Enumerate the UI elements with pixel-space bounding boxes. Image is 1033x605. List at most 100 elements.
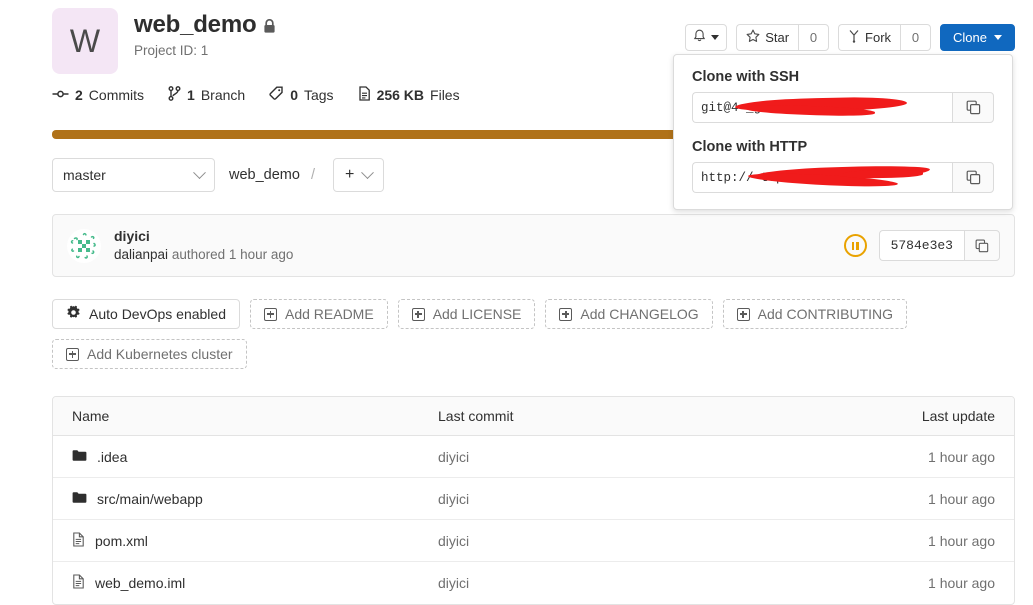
tag-icon	[269, 86, 284, 104]
clone-ssh-group: git@4 _grou	[692, 92, 994, 123]
fork-button-group: Fork 0	[838, 24, 932, 51]
project-id-label: Project ID: 1	[134, 43, 209, 59]
table-row[interactable]: web_demo.iml diyici 1 hour ago	[53, 562, 1014, 604]
clone-label: Clone	[953, 30, 987, 45]
repo-quick-actions: Auto DevOps enabled Add README Add LICEN…	[52, 299, 1015, 369]
redaction-mark	[842, 169, 924, 179]
file-name[interactable]: .idea	[97, 449, 127, 465]
breadcrumb-root[interactable]: web_demo	[229, 167, 300, 183]
page-title: web_demo	[134, 11, 257, 38]
avatar-letter: W	[69, 22, 101, 59]
table-row[interactable]: .idea diyici 1 hour ago	[53, 436, 1014, 478]
last-update-cell: 1 hour ago	[928, 448, 995, 465]
file-name[interactable]: pom.xml	[95, 533, 148, 549]
clone-button[interactable]: Clone	[940, 24, 1015, 51]
table-row[interactable]: src/main/webapp diyici 1 hour ago	[53, 478, 1014, 520]
clone-http-input[interactable]: http:// topch	[692, 162, 952, 193]
clone-ssh-input[interactable]: git@4 _grou	[692, 92, 952, 123]
stat-branches[interactable]: 1 Branch	[168, 86, 245, 104]
stat-files-count: 256 KB	[376, 87, 425, 103]
fork-count[interactable]: 0	[900, 24, 932, 51]
branch-breadcrumb-row: master web_demo / +	[52, 158, 385, 192]
folder-icon	[72, 449, 87, 465]
pipeline-pending-icon[interactable]	[843, 234, 867, 257]
folder-icon	[72, 491, 87, 507]
branch-icon	[168, 86, 181, 104]
last-commit-cell[interactable]: diyici	[438, 449, 834, 465]
last-commit-cell[interactable]: diyici	[438, 491, 834, 507]
file-name-cell: pom.xml	[53, 531, 438, 550]
stat-tags-label: Tags	[303, 87, 334, 103]
stat-tags-count: 0	[290, 87, 298, 103]
stat-files-label: Files	[430, 87, 460, 103]
add-contributing-button[interactable]: Add CONTRIBUTING	[722, 299, 908, 329]
last-commit-box: diyici dalianpai authored 1 hour ago 578…	[52, 214, 1015, 277]
add-contributing-label: Add CONTRIBUTING	[757, 306, 894, 322]
fork-icon	[848, 29, 860, 46]
star-button[interactable]: Star	[736, 24, 799, 51]
copy-sha-button[interactable]	[964, 230, 1000, 261]
project-avatar: W	[52, 8, 118, 74]
fork-label: Fork	[865, 30, 892, 45]
branch-selector[interactable]: master	[52, 158, 215, 192]
stat-tags[interactable]: 0 Tags	[269, 86, 334, 104]
last-commit-cell[interactable]: diyici	[438, 575, 834, 591]
add-license-button[interactable]: Add LICENSE	[397, 299, 536, 329]
copy-icon	[966, 170, 980, 185]
add-kubernetes-label: Add Kubernetes cluster	[87, 346, 233, 362]
branch-name: master	[63, 167, 106, 183]
plus-square-icon	[559, 307, 573, 321]
add-readme-label: Add README	[284, 306, 374, 322]
clone-ssh-value: git@4 _grou	[701, 100, 784, 115]
stat-files[interactable]: 256 KB Files	[358, 86, 460, 104]
avatar	[67, 228, 101, 263]
notification-dropdown-button[interactable]	[685, 24, 728, 51]
commit-author-line: dalianpai authored 1 hour ago	[114, 246, 293, 264]
commit-time: authored 1 hour ago	[171, 246, 294, 262]
add-license-label: Add LICENSE	[432, 306, 522, 322]
table-header: Name Last commit Last update	[53, 397, 1014, 436]
last-update-cell: 1 hour ago	[928, 490, 995, 507]
copy-ssh-url-button[interactable]	[952, 92, 994, 123]
plus-square-icon	[411, 307, 425, 321]
add-changelog-label: Add CHANGELOG	[580, 306, 699, 322]
breadcrumb-separator: /	[310, 167, 315, 183]
breadcrumb: web_demo /	[229, 167, 319, 183]
chevron-down-icon	[361, 165, 375, 179]
chevron-down-icon	[193, 165, 206, 179]
clone-dropdown-panel: Clone with SSH git@4 _grou Clone with HT…	[673, 54, 1013, 210]
add-changelog-button[interactable]: Add CHANGELOG	[545, 299, 713, 329]
file-doc-icon	[72, 531, 85, 550]
file-name-cell: src/main/webapp	[53, 491, 438, 507]
file-name-cell: web_demo.iml	[53, 574, 438, 592]
plus-square-icon	[66, 347, 79, 361]
table-row[interactable]: pom.xml diyici 1 hour ago	[53, 520, 1014, 562]
file-name[interactable]: web_demo.iml	[95, 575, 185, 591]
fork-button[interactable]: Fork	[838, 24, 901, 51]
add-readme-button[interactable]: Add README	[249, 299, 388, 329]
column-header-last-commit: Last commit	[438, 408, 514, 424]
star-count[interactable]: 0	[798, 24, 830, 51]
last-update-cell: 1 hour ago	[928, 532, 995, 549]
column-header-name: Name	[72, 408, 110, 424]
add-kubernetes-cluster-button[interactable]: Add Kubernetes cluster	[52, 339, 247, 369]
star-button-group: Star 0	[736, 24, 830, 51]
stat-commits[interactable]: 2 Commits	[52, 87, 144, 103]
auto-devops-button[interactable]: Auto DevOps enabled	[52, 299, 240, 329]
language-bar[interactable]	[52, 130, 680, 139]
copy-http-url-button[interactable]	[952, 162, 994, 193]
stat-commits-label: Commits	[88, 87, 145, 103]
commit-sha[interactable]: 5784e3e3	[878, 230, 964, 261]
add-to-tree-button[interactable]: +	[333, 158, 385, 192]
copy-icon	[975, 239, 989, 252]
project-actions: Star 0 Fork 0 Clone	[685, 24, 1015, 51]
file-name[interactable]: src/main/webapp	[97, 491, 203, 507]
commit-sha-group: 5784e3e3	[878, 230, 1000, 261]
last-commit-cell[interactable]: diyici	[438, 533, 834, 549]
plus-square-icon	[263, 307, 277, 321]
star-label: Star	[765, 30, 790, 45]
project-stats: 2 Commits 1 Branch 0 Tags 256 KB Files	[52, 86, 460, 104]
file-icon	[358, 86, 371, 104]
commit-message[interactable]: diyici	[114, 227, 293, 246]
commit-author[interactable]: dalianpai	[114, 247, 168, 262]
